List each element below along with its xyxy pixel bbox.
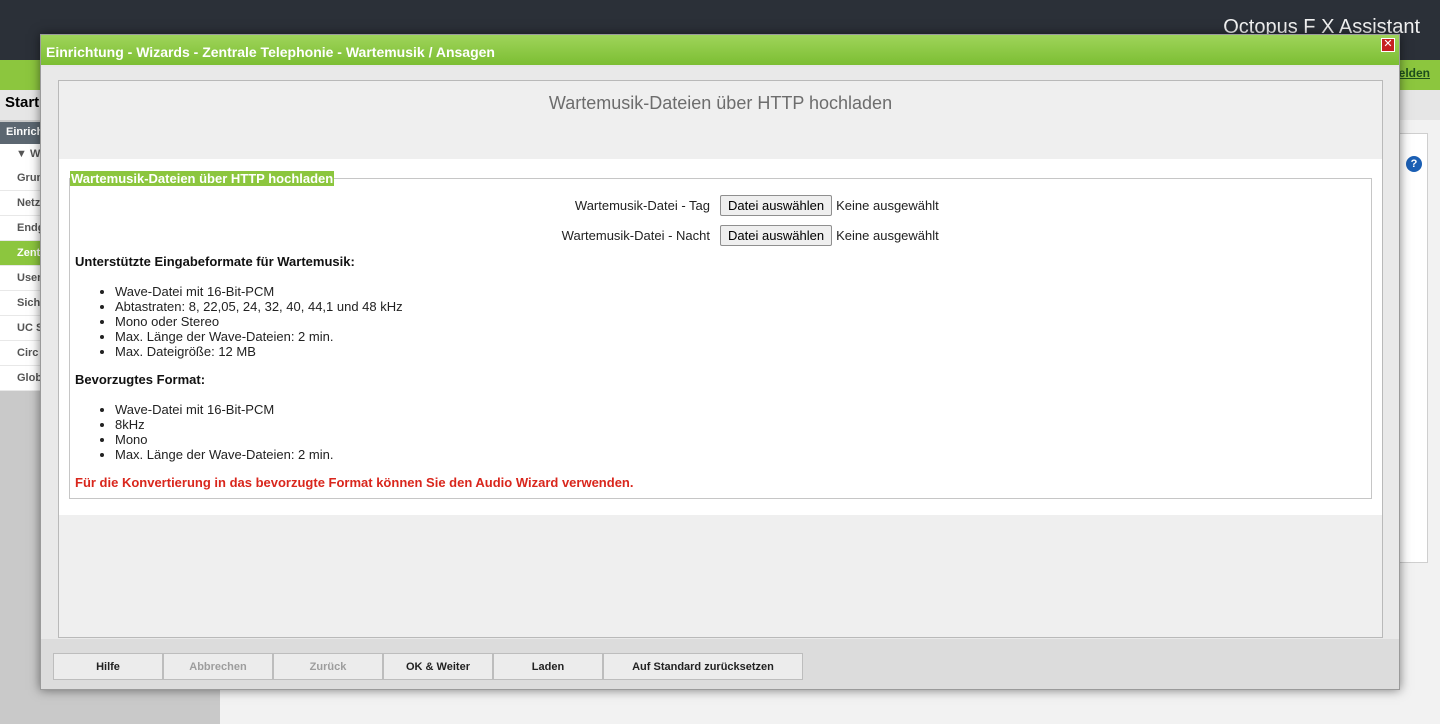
file-status-night: Keine ausgewählt bbox=[836, 227, 939, 243]
dialog-title-bar: Einrichtung - Wizards - Zentrale Telepho… bbox=[41, 35, 1399, 67]
list-item: Abtastraten: 8, 22,05, 24, 32, 40, 44,1 … bbox=[115, 299, 1366, 314]
list-item: Wave-Datei mit 16-Bit-PCM bbox=[115, 402, 1366, 417]
dialog-footer: Hilfe Abbrechen Zurück OK & Weiter Laden… bbox=[41, 639, 1399, 689]
cancel-button[interactable]: Abbrechen bbox=[163, 653, 273, 680]
preferred-format-title: Bevorzugtes Format: bbox=[75, 372, 206, 387]
list-item: Mono bbox=[115, 432, 1366, 447]
list-item: Max. Länge der Wave-Dateien: 2 min. bbox=[115, 329, 1366, 344]
help-icon[interactable]: ? bbox=[1406, 156, 1422, 172]
file-label-night: Wartemusik-Datei - Nacht bbox=[561, 227, 710, 243]
triangle-down-icon: ▼ bbox=[16, 148, 27, 160]
fieldset-legend: Wartemusik-Dateien über HTTP hochladen bbox=[70, 171, 335, 186]
preferred-format-list: Wave-Datei mit 16-Bit-PCM 8kHz Mono Max.… bbox=[115, 402, 1366, 462]
back-button[interactable]: Zurück bbox=[273, 653, 383, 680]
list-item: Max. Dateigröße: 12 MB bbox=[115, 344, 1366, 359]
close-icon[interactable]: ✕ bbox=[1381, 38, 1395, 52]
page-title: Wartemusik-Dateien über HTTP hochladen bbox=[548, 93, 893, 113]
upload-fieldset: Wartemusik-Dateien über HTTP hochladen W… bbox=[69, 171, 1372, 499]
help-button[interactable]: Hilfe bbox=[53, 653, 163, 680]
audio-wizard-note: Für die Konvertierung in das bevorzugte … bbox=[75, 475, 634, 490]
content-area: Wartemusik-Dateien über HTTP hochladen W… bbox=[59, 159, 1382, 515]
wizard-dialog: Einrichtung - Wizards - Zentrale Telepho… bbox=[40, 34, 1400, 690]
load-button[interactable]: Laden bbox=[493, 653, 603, 680]
supported-formats-title: Unterstützte Eingabeformate für Wartemus… bbox=[75, 254, 355, 269]
dialog-title: Einrichtung - Wizards - Zentrale Telepho… bbox=[46, 44, 495, 60]
supported-formats-list: Wave-Datei mit 16-Bit-PCM Abtastraten: 8… bbox=[115, 284, 1366, 359]
logout-link[interactable]: elden bbox=[1399, 66, 1430, 80]
dialog-body: Wartemusik-Dateien über HTTP hochladen W… bbox=[58, 80, 1383, 638]
file-row-day: Wartemusik-Datei - Tag Datei auswählen K… bbox=[75, 190, 1366, 220]
reset-default-button[interactable]: Auf Standard zurücksetzen bbox=[603, 653, 803, 680]
list-item: Wave-Datei mit 16-Bit-PCM bbox=[115, 284, 1366, 299]
list-item: Max. Länge der Wave-Dateien: 2 min. bbox=[115, 447, 1366, 462]
file-status-day: Keine ausgewählt bbox=[836, 197, 939, 213]
file-label-day: Wartemusik-Datei - Tag bbox=[574, 197, 710, 213]
start-label: Start bbox=[5, 94, 40, 111]
choose-file-day-button[interactable]: Datei auswählen bbox=[720, 194, 833, 216]
file-row-night: Wartemusik-Datei - Nacht Datei auswählen… bbox=[75, 220, 1366, 250]
ok-next-button[interactable]: OK & Weiter bbox=[383, 653, 493, 680]
list-item: Mono oder Stereo bbox=[115, 314, 1366, 329]
list-item: 8kHz bbox=[115, 417, 1366, 432]
choose-file-night-button[interactable]: Datei auswählen bbox=[720, 224, 833, 246]
